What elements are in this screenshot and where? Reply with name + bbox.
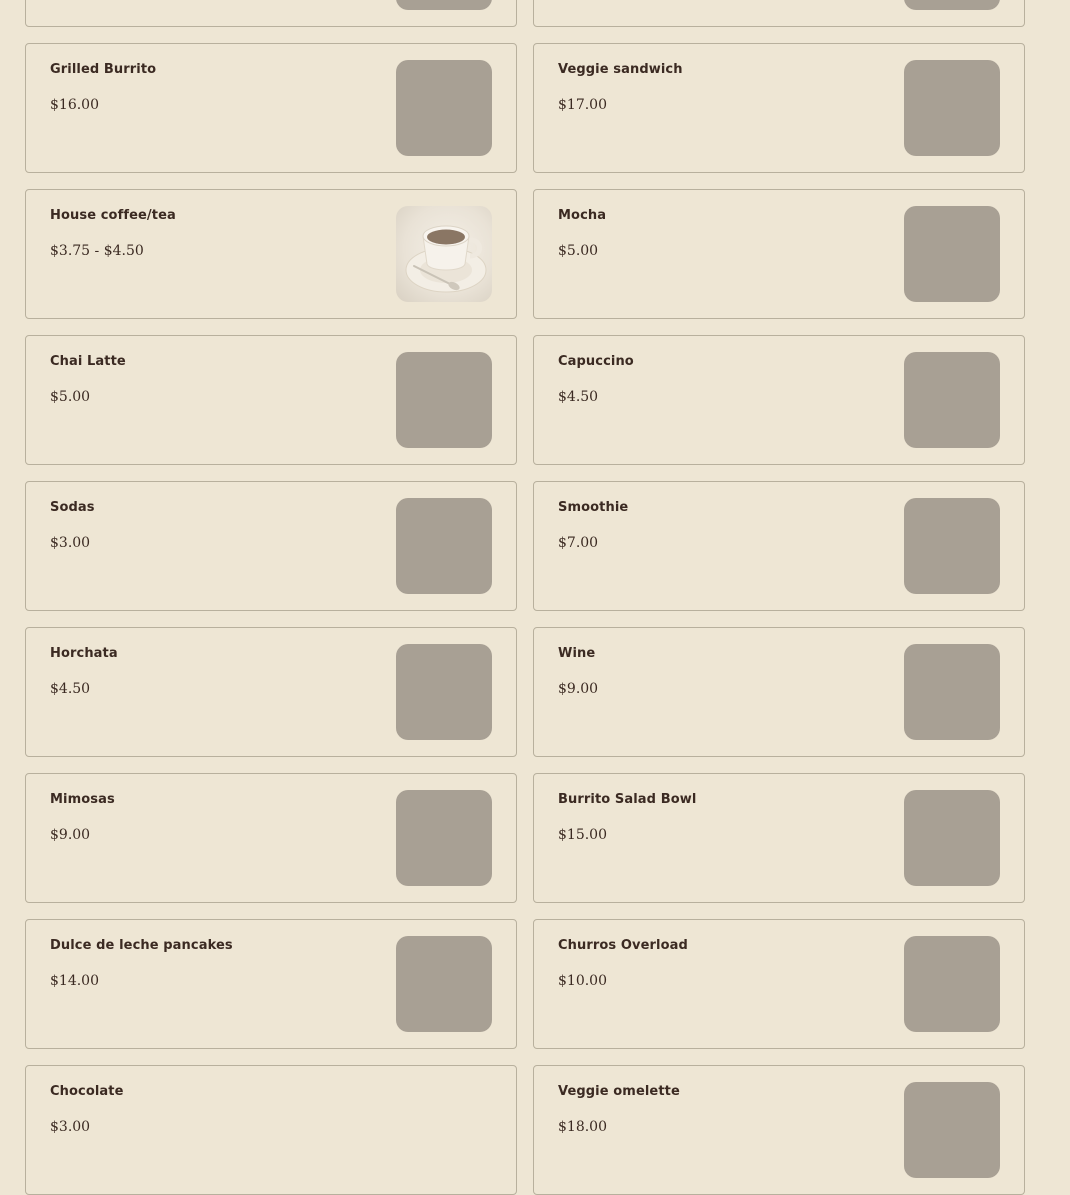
item-name: House coffee/tea [50,208,176,223]
menu-item-card[interactable]: Grilled Burrito $16.00 [25,43,517,173]
menu-item-card[interactable]: Smoothie $7.00 [533,481,1025,611]
item-name: Sodas [50,500,95,515]
item-image-placeholder [396,0,492,10]
item-name: Wine [558,646,596,661]
menu-item-card[interactable]: Churros Overload $10.00 [533,919,1025,1049]
item-image-placeholder [396,352,492,448]
coffee-cup-icon [405,225,487,293]
item-price: $3.00 [50,1119,91,1135]
item-image-placeholder [904,0,1000,10]
item-image-placeholder [396,790,492,886]
menu-items-grid: Grilled Burrito $16.00 Veggie sandwich $… [25,0,1025,1195]
item-name: Horchata [50,646,118,661]
item-price: $9.00 [50,827,91,843]
menu-item-card[interactable]: Veggie sandwich $17.00 [533,43,1025,173]
menu-item-card[interactable]: House coffee/tea $3.75 - $4.50 [25,189,517,319]
item-name: Chai Latte [50,354,126,369]
item-name: Dulce de leche pancakes [50,938,233,953]
item-name: Chocolate [50,1084,124,1099]
menu-item-card[interactable]: Chocolate $3.00 [25,1065,517,1195]
item-price: $18.00 [558,1119,607,1135]
menu-item-card[interactable]: Capuccino $4.50 [533,335,1025,465]
menu-item-card[interactable]: Mocha $5.00 [533,189,1025,319]
menu-item-card[interactable]: Horchata $4.50 [25,627,517,757]
item-price: $9.00 [558,681,599,697]
item-image-placeholder [396,498,492,594]
item-image-placeholder [396,936,492,1032]
menu-item-card[interactable] [533,0,1025,27]
item-image-placeholder [904,936,1000,1032]
item-image-placeholder [396,60,492,156]
menu-item-card[interactable]: Sodas $3.00 [25,481,517,611]
item-price: $5.00 [50,389,91,405]
item-image-placeholder [904,498,1000,594]
item-name: Grilled Burrito [50,62,157,77]
item-price: $7.00 [558,535,599,551]
item-price: $10.00 [558,973,607,989]
item-price: $5.00 [558,243,599,259]
item-price: $4.50 [50,681,91,697]
menu-item-card[interactable]: Chai Latte $5.00 [25,335,517,465]
item-name: Smoothie [558,500,629,515]
item-price: $14.00 [50,973,99,989]
item-price: $3.75 - $4.50 [50,243,144,259]
item-image-placeholder [904,1082,1000,1178]
item-image-placeholder [904,790,1000,886]
item-name: Veggie omelette [558,1084,680,1099]
item-image-placeholder [904,352,1000,448]
item-price: $17.00 [558,97,607,113]
item-price: $16.00 [50,97,99,113]
menu-item-card[interactable] [25,0,517,27]
coffee-cup-image [396,206,492,302]
item-price: $3.00 [50,535,91,551]
item-image-placeholder [904,60,1000,156]
menu-item-card[interactable]: Wine $9.00 [533,627,1025,757]
item-name: Capuccino [558,354,634,369]
item-price: $15.00 [558,827,607,843]
item-name: Veggie sandwich [558,62,683,77]
item-image-placeholder [904,206,1000,302]
item-name: Churros Overload [558,938,688,953]
item-name: Mocha [558,208,607,223]
menu-item-card[interactable]: Mimosas $9.00 [25,773,517,903]
menu-item-card[interactable]: Burrito Salad Bowl $15.00 [533,773,1025,903]
item-image-placeholder [396,644,492,740]
menu-item-card[interactable]: Veggie omelette $18.00 [533,1065,1025,1195]
item-image-placeholder [904,644,1000,740]
item-price: $4.50 [558,389,599,405]
menu-item-card[interactable]: Dulce de leche pancakes $14.00 [25,919,517,1049]
item-name: Mimosas [50,792,115,807]
item-name: Burrito Salad Bowl [558,792,697,807]
